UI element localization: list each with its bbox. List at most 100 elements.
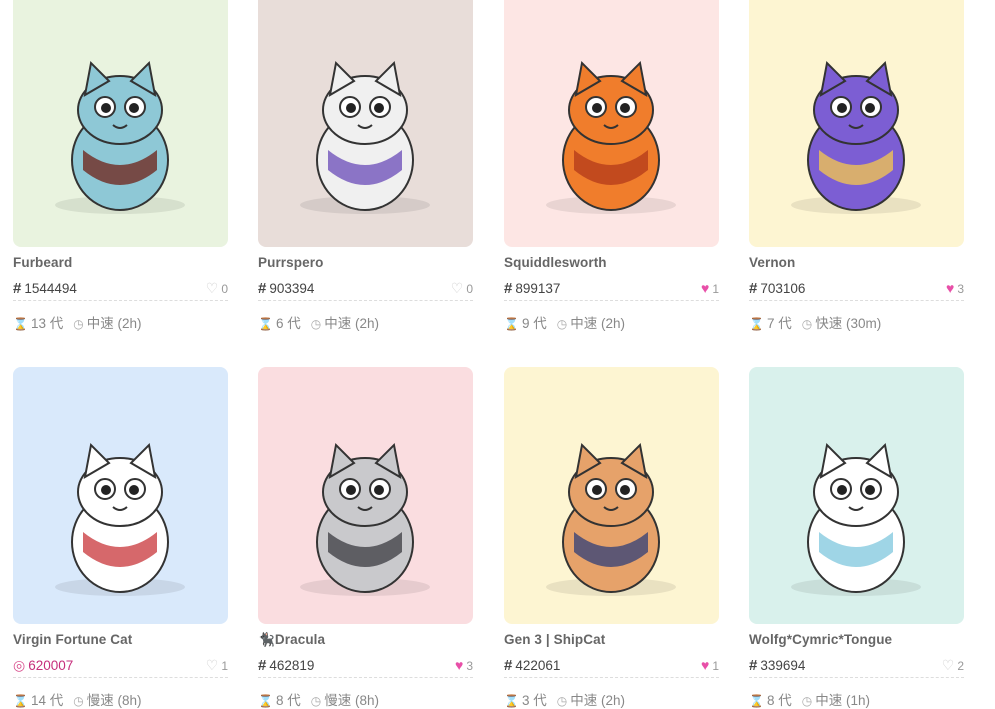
- like-button[interactable]: ♡ 0: [206, 280, 228, 297]
- kitty-id-row: #1544494 ♡ 0: [13, 278, 228, 301]
- kitty-id-row: #462819 ♥ 3: [258, 655, 473, 678]
- kitty-meta: ⌛ 6 代 ◷ 中速 (2h): [258, 312, 379, 332]
- kitty-card[interactable]: Purrspero #903394 ♡ 0 ⌛ 6 代 ◷ 中速 (2h): [258, 0, 473, 331]
- kitty-name[interactable]: Wolfg*Cymric*Tongue: [749, 632, 892, 647]
- cooldown-speed: 中速 (1h): [815, 693, 870, 708]
- dracula-badge-icon: 🐈‍⬛: [258, 632, 275, 647]
- clock-icon: ◷: [310, 317, 322, 331]
- clock-icon: ◷: [801, 317, 813, 331]
- generation: 13 代: [30, 316, 64, 331]
- kitty-id: 339694: [760, 658, 806, 673]
- kitty-id: 462819: [269, 658, 315, 673]
- kitty-id-row: ◎ 620007 ♡ 1: [13, 655, 228, 678]
- heart-icon: ♡: [205, 657, 219, 673]
- like-button[interactable]: ♡ 2: [942, 657, 964, 674]
- kitty-artwork[interactable]: [258, 0, 473, 247]
- kitty-illustration: [546, 60, 676, 214]
- kitty-name[interactable]: Vernon: [749, 255, 795, 270]
- kitty-id-row: #903394 ♡ 0: [258, 278, 473, 301]
- hourglass-icon: ⌛: [749, 317, 764, 331]
- kitty-artwork[interactable]: [13, 0, 228, 247]
- like-count: 0: [466, 282, 473, 296]
- like-button[interactable]: ♥ 3: [946, 280, 964, 296]
- kitty-illustration: [55, 442, 185, 596]
- heart-icon: ♥: [701, 657, 710, 673]
- kitty-card[interactable]: 🐈‍⬛Dracula #462819 ♥ 3 ⌛ 8 代 ◷ 慢速 (8h): [258, 367, 473, 708]
- cooldown-speed: 快速 (30m): [815, 316, 882, 331]
- generation: 14 代: [30, 693, 64, 708]
- kitty-name[interactable]: 🐈‍⬛Dracula: [258, 632, 325, 648]
- heart-icon: ♥: [946, 280, 955, 296]
- hourglass-icon: ⌛: [258, 694, 273, 708]
- kitty-card[interactable]: Gen 3 | ShipCat #422061 ♥ 1 ⌛ 3 代 ◷ 中速 (2h): [504, 367, 719, 708]
- kitty-id-row: #422061 ♥ 1: [504, 655, 719, 678]
- kitty-artwork[interactable]: [504, 0, 719, 247]
- clock-icon: ◷: [73, 694, 84, 708]
- kitty-artwork[interactable]: [13, 367, 228, 624]
- clock-icon: ◷: [556, 694, 568, 708]
- kitty-name-text: Dracula: [274, 632, 326, 647]
- like-button[interactable]: ♥ 1: [701, 657, 719, 673]
- kitty-meta: ⌛ 13 代 ◷ 中速 (2h): [13, 312, 141, 332]
- kitty-id-row: #339694 ♡ 2: [749, 655, 964, 678]
- kitty-id: 1544494: [24, 281, 77, 296]
- kitty-artwork[interactable]: [749, 0, 964, 247]
- kitty-meta: ⌛ 8 代 ◷ 中速 (1h): [749, 689, 870, 709]
- hash-icon: #: [749, 280, 758, 297]
- kitty-id: 703106: [760, 281, 806, 296]
- hash-icon: #: [13, 280, 22, 297]
- kitty-illustration: [791, 442, 921, 596]
- kitty-meta: ⌛ 8 代 ◷ 慢速 (8h): [258, 689, 379, 709]
- cooldown-speed: 慢速 (8h): [324, 693, 379, 708]
- fancy-badge-icon: ◎: [13, 657, 26, 673]
- kitty-card[interactable]: Furbeard #1544494 ♡ 0 ⌛ 13 代 ◷ 中速 (2h): [13, 0, 228, 331]
- kitty-card[interactable]: Virgin Fortune Cat ◎ 620007 ♡ 1 ⌛ 14 代 ◷ 慢速 (…: [13, 367, 228, 708]
- hourglass-icon: ⌛: [258, 317, 273, 331]
- kitty-name[interactable]: Virgin Fortune Cat: [13, 632, 132, 647]
- kitty-card[interactable]: Wolfg*Cymric*Tongue #339694 ♡ 2 ⌛ 8 代 ◷ 中速 (…: [749, 367, 964, 708]
- kitty-name[interactable]: Furbeard: [13, 255, 72, 270]
- kitty-name[interactable]: Squiddlesworth: [504, 255, 607, 270]
- like-count: 1: [221, 659, 228, 673]
- kitty-card[interactable]: Squiddlesworth #899137 ♥ 1 ⌛ 9 代 ◷ 中速 (2h): [504, 0, 719, 331]
- kitty-id: 903394: [269, 281, 315, 296]
- kitty-artwork[interactable]: [504, 367, 719, 624]
- hourglass-icon: ⌛: [13, 694, 28, 708]
- kitty-id: 422061: [515, 658, 561, 673]
- hash-icon: #: [504, 657, 513, 674]
- kitty-illustration: [300, 442, 430, 596]
- kitty-card[interactable]: Vernon #703106 ♥ 3 ⌛ 7 代 ◷ 快速 (30m): [749, 0, 964, 331]
- cooldown-speed: 中速 (2h): [570, 316, 625, 331]
- kitty-meta: ⌛ 7 代 ◷ 快速 (30m): [749, 312, 881, 332]
- like-count: 0: [221, 282, 228, 296]
- heart-icon: ♥: [455, 657, 464, 673]
- hash-icon: #: [258, 280, 267, 297]
- cooldown-speed: 中速 (2h): [324, 316, 379, 331]
- hourglass-icon: ⌛: [504, 694, 519, 708]
- like-count: 3: [466, 659, 473, 673]
- heart-icon: ♡: [205, 280, 219, 296]
- heart-icon: ♡: [450, 280, 464, 296]
- kitty-artwork[interactable]: [258, 367, 473, 624]
- generation: 8 代: [766, 693, 792, 708]
- kitty-name[interactable]: Purrspero: [258, 255, 323, 270]
- kitty-artwork[interactable]: [749, 367, 964, 624]
- kitty-id-row: #899137 ♥ 1: [504, 278, 719, 301]
- kitty-name[interactable]: Gen 3 | ShipCat: [504, 632, 605, 647]
- like-button[interactable]: ♥ 3: [455, 657, 473, 673]
- hash-icon: #: [258, 657, 267, 674]
- like-button[interactable]: ♥ 1: [701, 280, 719, 296]
- like-button[interactable]: ♡ 1: [206, 657, 228, 674]
- kitty-id: 620007: [28, 658, 74, 673]
- generation: 6 代: [275, 316, 301, 331]
- generation: 3 代: [521, 693, 547, 708]
- like-button[interactable]: ♡ 0: [451, 280, 473, 297]
- generation: 8 代: [275, 693, 301, 708]
- kitty-meta: ⌛ 3 代 ◷ 中速 (2h): [504, 689, 625, 709]
- cooldown-speed: 慢速 (8h): [86, 693, 142, 708]
- heart-icon: ♡: [941, 657, 955, 673]
- hash-icon: #: [504, 280, 513, 297]
- clock-icon: ◷: [310, 694, 322, 708]
- kitty-illustration: [546, 442, 676, 596]
- like-count: 1: [712, 659, 719, 673]
